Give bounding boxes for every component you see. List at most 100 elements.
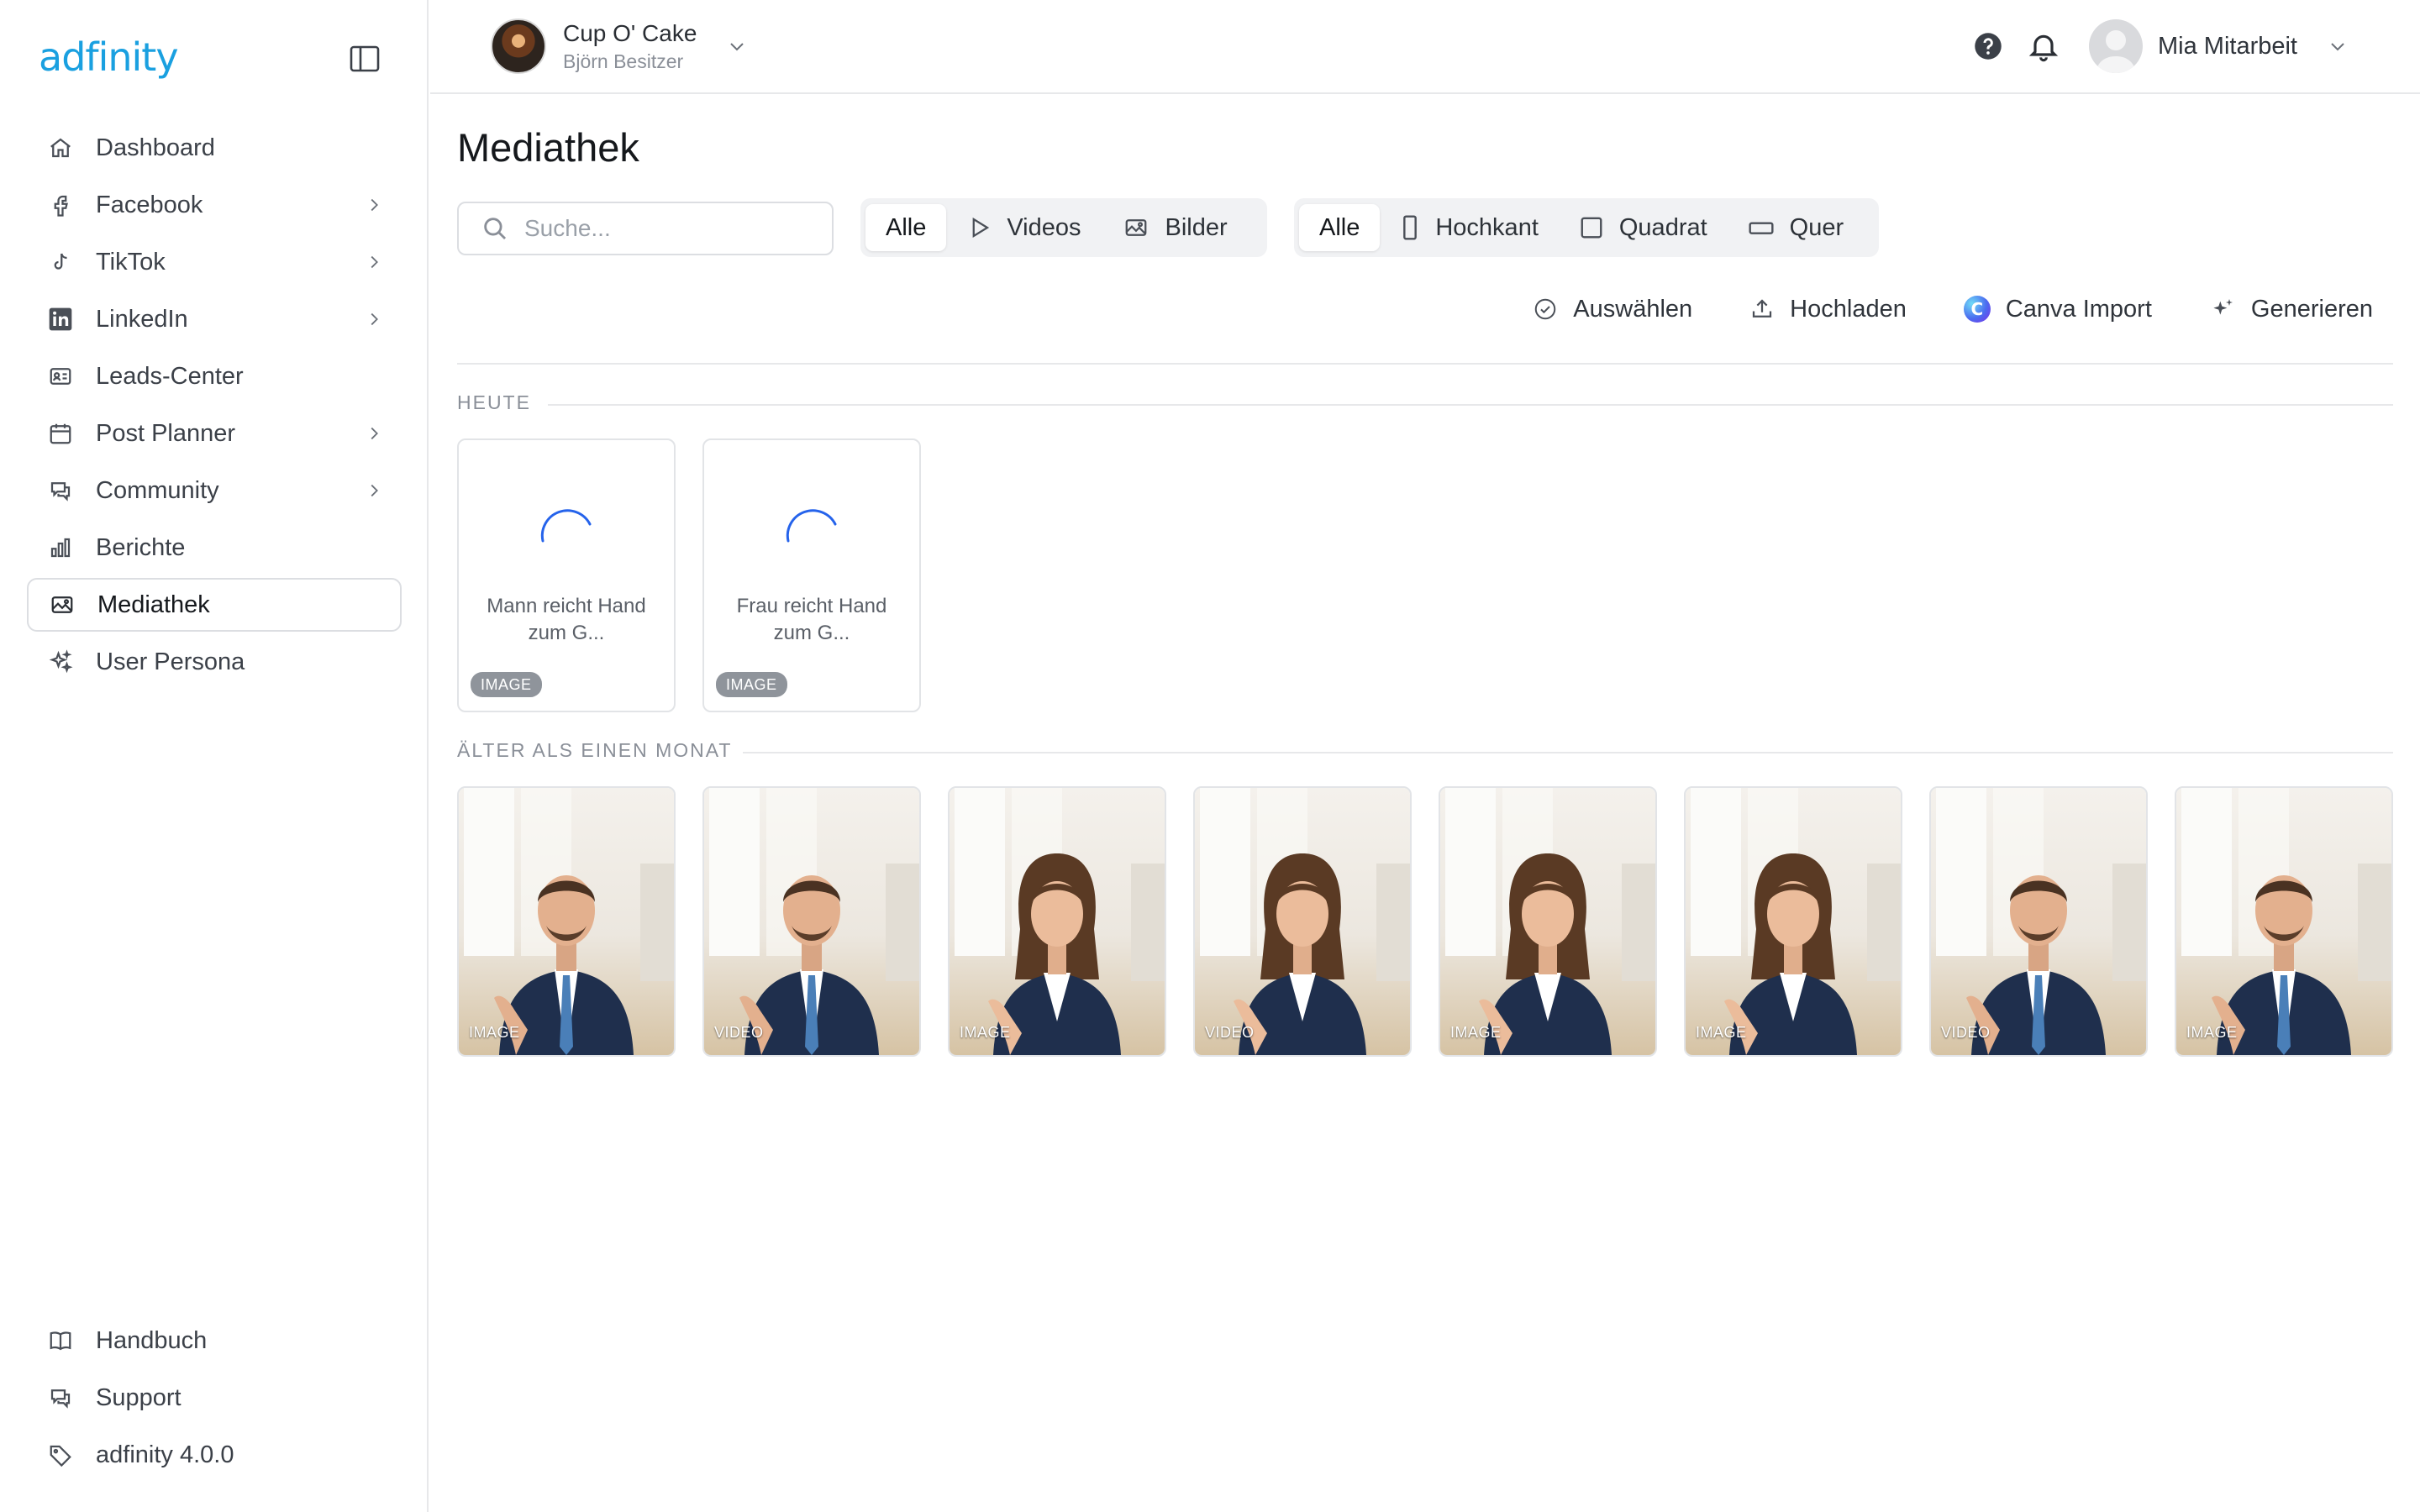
filter-type-videos[interactable]: Videos: [946, 204, 1101, 251]
filter-label: Bilder: [1165, 213, 1228, 241]
sidebar-item-label: Berichte: [96, 533, 186, 561]
media-tile[interactable]: IMAGE: [457, 786, 676, 1057]
sidebar-item-label: Support: [96, 1383, 182, 1411]
sidebar-item-linkedin[interactable]: LinkedIn: [27, 292, 402, 346]
filter-format-square[interactable]: Quadrat: [1559, 204, 1728, 251]
square-icon: [1581, 217, 1602, 239]
upload-button[interactable]: Hochladen: [1749, 296, 1907, 323]
filter-format-portrait[interactable]: Hochkant: [1380, 204, 1559, 251]
sidebar-item-support[interactable]: Support: [27, 1371, 402, 1425]
chat-icon: [47, 1384, 74, 1411]
canva-import-button[interactable]: C Canva Import: [1963, 296, 2152, 323]
media-thumbnail: [1931, 788, 2146, 1055]
sidebar-item-label: Mediathek: [97, 591, 210, 618]
media-tile-loading[interactable]: Frau reicht Hand zum G... IMAGE: [702, 438, 921, 712]
media-type-badge: VIDEO: [1941, 1024, 1991, 1041]
chat-icon: [47, 477, 74, 504]
sidebar-item-dashboard[interactable]: Dashboard: [27, 121, 402, 175]
chevron-down-icon[interactable]: [2328, 36, 2348, 56]
filter-type-all[interactable]: Alle: [865, 204, 947, 251]
canva-icon: C: [1963, 296, 1991, 323]
media-type-badge: IMAGE: [469, 1024, 520, 1041]
section-divider: [743, 752, 2393, 753]
tag-icon: [47, 1441, 74, 1468]
generate-button[interactable]: Generieren: [2209, 296, 2373, 323]
media-tile[interactable]: IMAGE: [1684, 786, 1902, 1057]
help-icon[interactable]: [1973, 31, 2003, 61]
media-tile[interactable]: VIDEO: [1929, 786, 2148, 1057]
media-thumbnail: [1440, 788, 1655, 1055]
filter-type-images[interactable]: Bilder: [1102, 204, 1248, 251]
page-title: Mediathek: [457, 125, 639, 170]
account-switcher[interactable]: Cup O' Cake Björn Besitzer: [491, 18, 747, 74]
section-divider: [548, 404, 2393, 406]
media-tile[interactable]: VIDEO: [702, 786, 921, 1057]
media-type-badge: IMAGE: [471, 672, 542, 697]
sidebar-item-handbuch[interactable]: Handbuch: [27, 1314, 402, 1368]
media-tile[interactable]: VIDEO: [1193, 786, 1412, 1057]
media-tile[interactable]: IMAGE: [948, 786, 1166, 1057]
sidebar-item-label: Community: [96, 476, 219, 504]
sidebar-item-label: TikTok: [96, 248, 166, 276]
app-logo[interactable]: adfinity: [39, 34, 179, 81]
chevron-down-icon: [730, 43, 744, 51]
action-label: Auswählen: [1573, 295, 1693, 323]
chevron-right-icon: [371, 255, 378, 269]
search-input[interactable]: [524, 215, 810, 242]
sidebar-item-mediathek[interactable]: Mediathek: [27, 578, 402, 632]
media-thumbnail: [950, 788, 1165, 1055]
filter-label: Quer: [1789, 213, 1844, 241]
search-icon: [484, 218, 507, 240]
media-caption: Frau reicht Hand zum G...: [736, 595, 887, 644]
sidebar-item-post-planner[interactable]: Post Planner: [27, 407, 402, 460]
select-button[interactable]: Auswählen: [1533, 296, 1692, 323]
media-type-badge: IMAGE: [1450, 1024, 1502, 1041]
topbar: Cup O' Cake Björn Besitzer Mia Mitarbeit: [430, 0, 2420, 94]
sidebar: adfinity Dashboard Facebook TikTok Linke…: [0, 0, 429, 1512]
sidebar-item-tiktok[interactable]: TikTok: [27, 235, 402, 289]
media-type-badge: IMAGE: [1696, 1024, 1747, 1041]
check-circle-icon: [1535, 298, 1556, 320]
sidebar-bottom-nav: Handbuch Support adfinity 4.0.0: [27, 1314, 402, 1485]
chevron-right-icon: [371, 484, 378, 497]
account-name: Cup O' Cake: [563, 20, 697, 46]
user-name[interactable]: Mia Mitarbeit: [2158, 33, 2297, 60]
sidebar-item-leads-center[interactable]: Leads-Center: [27, 349, 402, 403]
search-box[interactable]: [457, 202, 834, 255]
sparkles-icon: [47, 648, 74, 675]
sidebar-item-label: adfinity 4.0.0: [96, 1441, 234, 1468]
media-thumbnail: [2176, 788, 2391, 1055]
sidebar-item-user-persona[interactable]: User Persona: [27, 635, 402, 689]
filter-format-landscape[interactable]: Quer: [1728, 204, 1864, 251]
sidebar-nav: Dashboard Facebook TikTok LinkedIn Leads…: [27, 121, 402, 692]
user-avatar[interactable]: [2089, 19, 2143, 73]
sidebar-item-version[interactable]: adfinity 4.0.0: [27, 1428, 402, 1482]
media-thumbnail: [459, 788, 674, 1055]
action-label: Generieren: [2250, 295, 2373, 323]
media-tile[interactable]: IMAGE: [2175, 786, 2393, 1057]
sidebar-item-label: Facebook: [96, 191, 203, 218]
user-avatar-icon: [2096, 30, 2136, 73]
media-tile[interactable]: IMAGE: [1439, 786, 1657, 1057]
media-type-filter: Alle Videos Bilder: [860, 198, 1267, 257]
filter-label: Videos: [1007, 213, 1081, 241]
filter-label: Hochkant: [1435, 213, 1539, 241]
loading-spinner-icon: [786, 509, 837, 543]
sidebar-item-berichte[interactable]: Berichte: [27, 521, 402, 575]
media-type-badge: VIDEO: [1205, 1024, 1255, 1041]
chevron-right-icon: [371, 198, 378, 212]
sidebar-item-label: User Persona: [96, 648, 245, 675]
media-type-badge: IMAGE: [960, 1024, 1011, 1041]
landscape-icon: [1749, 222, 1774, 234]
book-icon: [47, 1327, 74, 1354]
section-label-older: ÄLTER ALS EINEN MONAT: [457, 739, 733, 761]
sidebar-toggle-button[interactable]: [348, 44, 387, 77]
media-tile-loading[interactable]: Mann reicht Hand zum G... IMAGE: [457, 438, 676, 712]
filter-format-all[interactable]: Alle: [1299, 204, 1381, 251]
sidebar-item-facebook[interactable]: Facebook: [27, 178, 402, 232]
home-icon: [47, 134, 74, 161]
portrait-icon: [1403, 215, 1418, 240]
bell-icon[interactable]: [2027, 29, 2060, 63]
sidebar-item-community[interactable]: Community: [27, 464, 402, 517]
account-owner: Björn Besitzer: [563, 50, 684, 72]
